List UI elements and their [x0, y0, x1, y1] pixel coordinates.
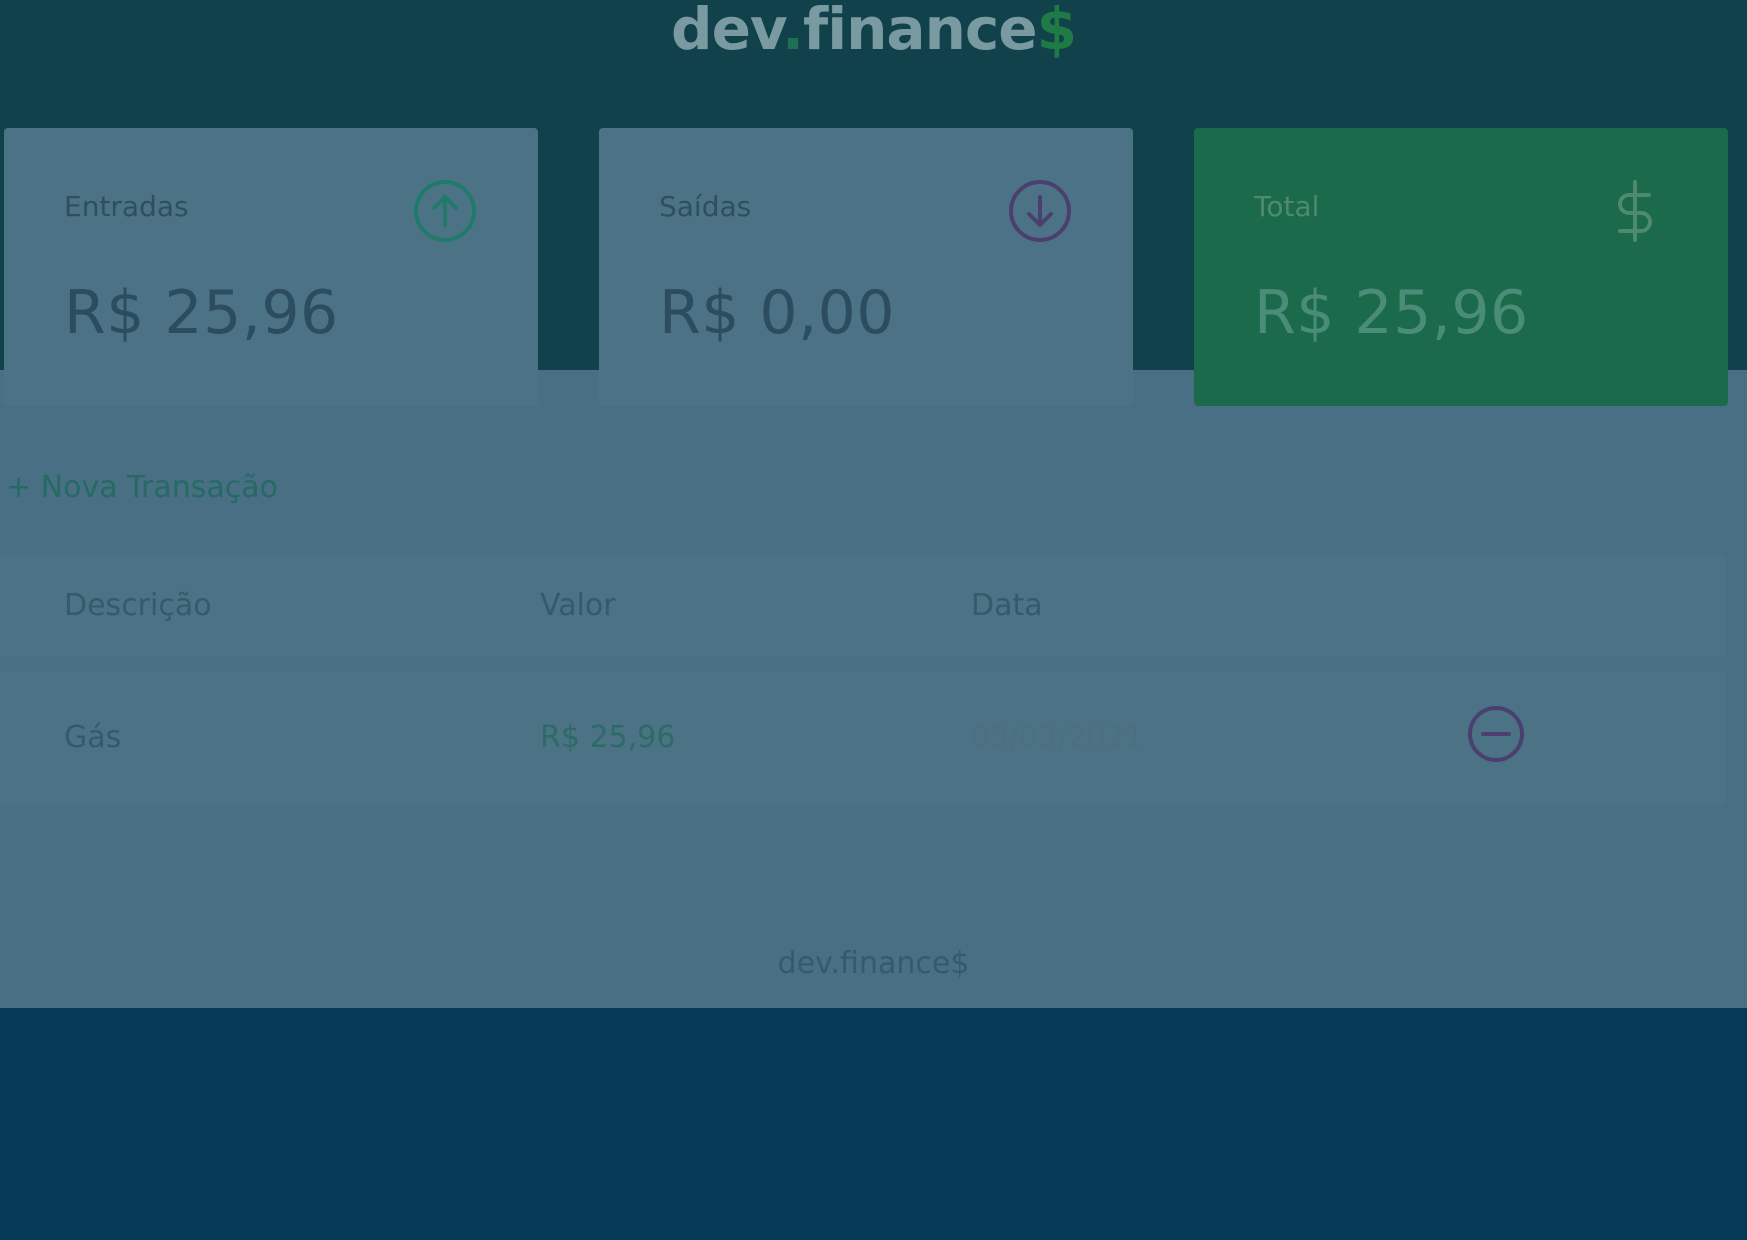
transaction-date: 03/03/2021: [971, 720, 1144, 755]
logo-dollar: $: [1036, 0, 1077, 63]
transactions-table-header: Descrição Valor Data: [0, 556, 1726, 656]
arrow-up-circle-icon: [414, 180, 476, 242]
logo-dot: .: [781, 0, 804, 63]
transaction-amount: R$ 25,96: [540, 720, 676, 755]
logo-text-dev: dev: [671, 0, 783, 63]
expense-card: Saídas R$ 0,00: [599, 128, 1133, 406]
total-card: Total R$ 25,96: [1194, 128, 1728, 406]
income-value: R$ 25,96: [64, 278, 339, 348]
total-label: Total: [1254, 190, 1320, 223]
new-transaction-button[interactable]: + Nova Transação: [6, 470, 278, 505]
dollar-icon: [1618, 180, 1652, 242]
column-header-amount: Valor: [540, 588, 616, 623]
minus-circle-icon[interactable]: [1466, 704, 1526, 764]
transaction-description: Gás: [64, 720, 122, 755]
income-label: Entradas: [64, 190, 189, 223]
column-header-description: Descrição: [64, 588, 212, 623]
total-value: R$ 25,96: [1254, 278, 1529, 348]
income-card: Entradas R$ 25,96: [4, 128, 538, 406]
column-header-date: Data: [971, 588, 1043, 623]
expense-label: Saídas: [659, 190, 752, 223]
expense-value: R$ 0,00: [659, 278, 896, 348]
arrow-down-circle-icon: [1009, 180, 1071, 242]
footer-text: dev.finance$: [777, 946, 970, 981]
logo-text-finance: finance: [803, 0, 1038, 63]
app-logo: dev.finance$: [0, 0, 1747, 58]
